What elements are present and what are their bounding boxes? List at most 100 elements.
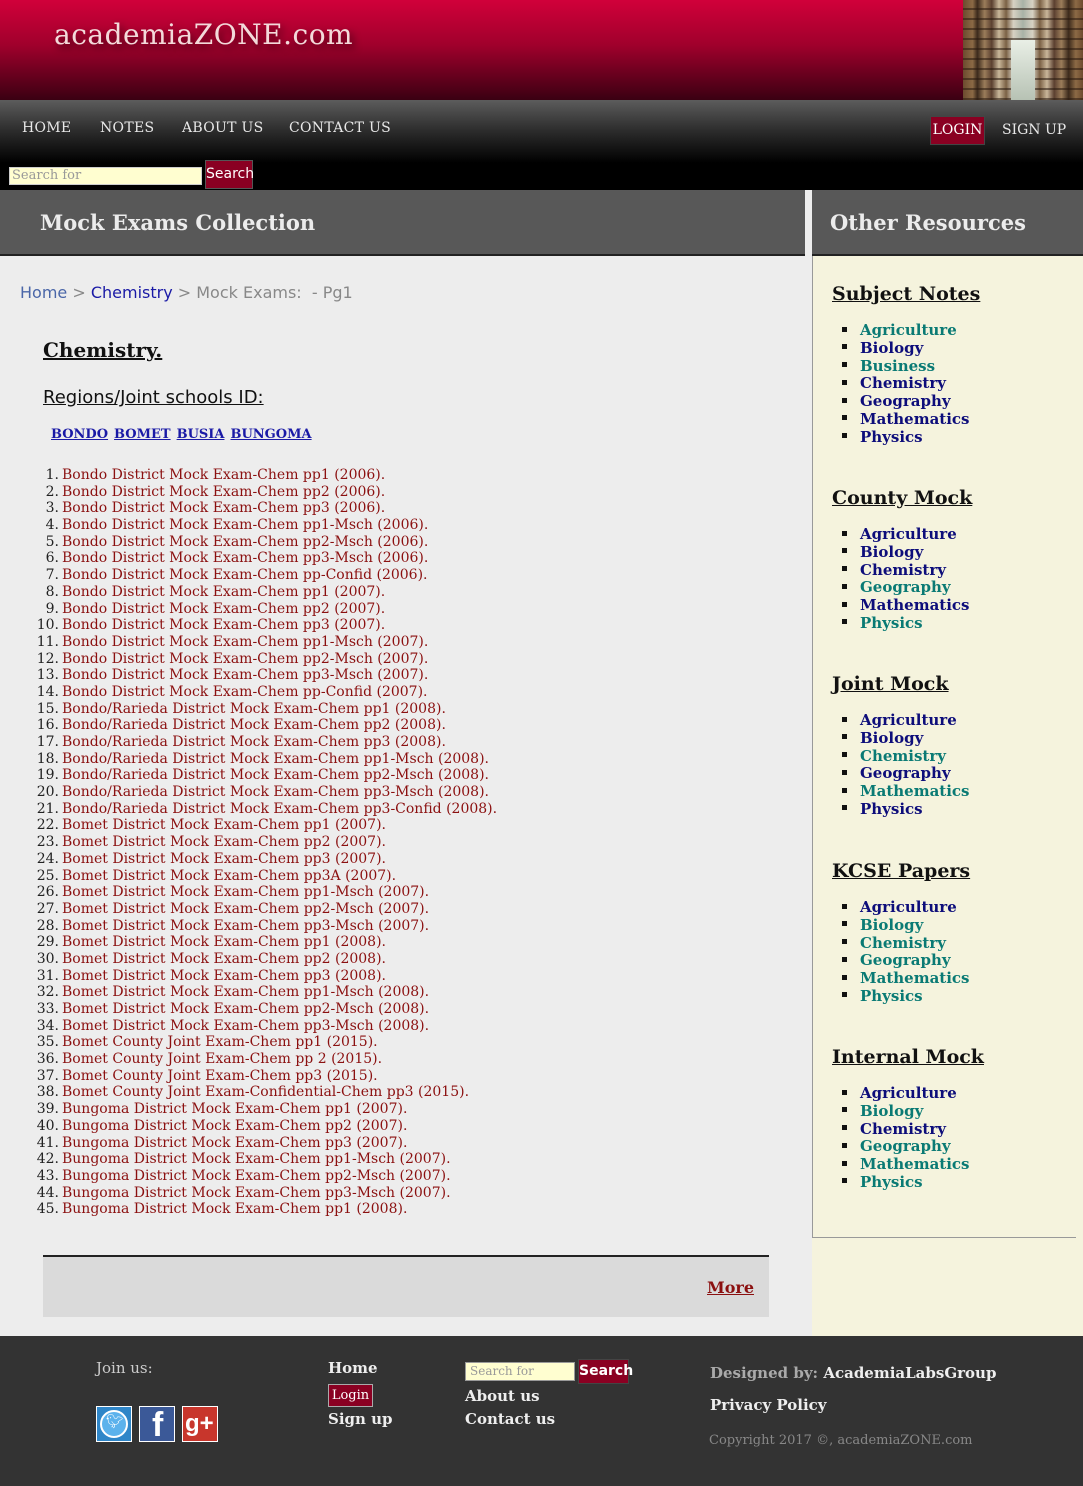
resource-link[interactable]: Biology [860,1102,923,1120]
resource-link[interactable]: Physics [860,1173,923,1191]
exam-link[interactable]: Bondo District Mock Exam-Chem pp2-Msch (… [62,651,428,667]
footer-search-input[interactable]: Search for [465,1362,575,1381]
twitter-icon[interactable]: 🐦︎ [96,1406,132,1442]
resource-link[interactable]: Biology [860,543,923,561]
nav-home[interactable]: HOME [22,120,71,136]
exam-link[interactable]: Bungoma District Mock Exam-Chem pp1 (200… [62,1201,407,1217]
exam-link[interactable]: Bondo District Mock Exam-Chem pp2-Msch (… [62,534,428,550]
exam-link[interactable]: Bomet County Joint Exam-Confidential-Che… [62,1084,469,1100]
exam-link[interactable]: Bondo/Rarieda District Mock Exam-Chem pp… [62,767,489,783]
site-title[interactable]: academiaZONE.com [54,18,353,51]
exam-link[interactable]: Bungoma District Mock Exam-Chem pp2-Msch… [62,1168,451,1184]
search-input[interactable]: Search for [9,167,202,185]
resource-link[interactable]: Mathematics [860,782,970,800]
exam-link[interactable]: Bomet District Mock Exam-Chem pp1 (2008)… [62,934,386,950]
exam-link[interactable]: Bomet District Mock Exam-Chem pp2 (2007)… [62,834,386,850]
resource-link[interactable]: Mathematics [860,596,970,614]
resource-link[interactable]: Agriculture [860,711,957,729]
exam-link[interactable]: Bomet District Mock Exam-Chem pp3A (2007… [62,868,396,884]
exam-link[interactable]: Bondo District Mock Exam-Chem pp1-Msch (… [62,517,428,533]
resource-link[interactable]: Chemistry [860,374,946,392]
exam-link[interactable]: Bomet District Mock Exam-Chem pp2-Msch (… [62,1001,429,1017]
resource-link[interactable]: Chemistry [860,1120,946,1138]
exam-link[interactable]: Bomet District Mock Exam-Chem pp3-Msch (… [62,918,429,934]
resource-link[interactable]: Chemistry [860,561,946,579]
region-link-bomet[interactable]: BOMET [114,427,171,442]
breadcrumb-subject[interactable]: Chemistry [91,283,173,302]
exam-link[interactable]: Bondo District Mock Exam-Chem pp3-Msch (… [62,550,428,566]
resource-link[interactable]: Agriculture [860,321,957,339]
exam-link[interactable]: Bomet District Mock Exam-Chem pp1-Msch (… [62,984,429,1000]
resource-link[interactable]: Mathematics [860,410,970,428]
exam-link[interactable]: Bomet County Joint Exam-Chem pp3 (2015). [62,1068,378,1084]
more-link[interactable]: More [707,1278,754,1297]
exam-link[interactable]: Bungoma District Mock Exam-Chem pp3-Msch… [62,1185,451,1201]
exam-link[interactable]: Bondo District Mock Exam-Chem pp3-Msch (… [62,667,428,683]
exam-link[interactable]: Bungoma District Mock Exam-Chem pp1-Msch… [62,1151,451,1167]
region-link-busia[interactable]: BUSIA [177,427,225,442]
resource-link[interactable]: Physics [860,428,923,446]
exam-link[interactable]: Bomet County Joint Exam-Chem pp1 (2015). [62,1034,378,1050]
exam-link[interactable]: Bondo District Mock Exam-Chem pp1 (2006)… [62,467,385,483]
exam-link[interactable]: Bondo District Mock Exam-Chem pp2 (2007)… [62,601,385,617]
exam-link[interactable]: Bondo/Rarieda District Mock Exam-Chem pp… [62,784,489,800]
nav-about-us[interactable]: ABOUT US [182,120,264,136]
exam-link[interactable]: Bungoma District Mock Exam-Chem pp3 (200… [62,1135,407,1151]
google-plus-icon[interactable]: g+ [182,1406,218,1442]
resource-link[interactable]: Mathematics [860,1155,970,1173]
exam-link[interactable]: Bomet District Mock Exam-Chem pp2-Msch (… [62,901,429,917]
exam-link[interactable]: Bondo District Mock Exam-Chem pp1-Msch (… [62,634,428,650]
exam-link[interactable]: Bondo/Rarieda District Mock Exam-Chem pp… [62,751,489,767]
designed-by-name[interactable]: AcademiaLabsGroup [823,1364,996,1382]
facebook-icon[interactable]: f [139,1406,175,1443]
exam-link[interactable]: Bomet District Mock Exam-Chem pp1-Msch (… [62,884,429,900]
nav-notes[interactable]: NOTES [100,120,154,136]
resource-link[interactable]: Geography [860,392,951,410]
privacy-policy-link[interactable]: Privacy Policy [710,1396,827,1414]
resource-link[interactable]: Business [860,357,935,375]
resource-link[interactable]: Agriculture [860,898,957,916]
resource-link[interactable]: Geography [860,951,951,969]
footer-home-link[interactable]: Home [328,1359,378,1377]
nav-contact-us[interactable]: CONTACT US [289,120,391,136]
footer-contact-link[interactable]: Contact us [465,1410,555,1428]
exam-link[interactable]: Bomet District Mock Exam-Chem pp1 (2007)… [62,817,386,833]
resource-link[interactable]: Physics [860,614,923,632]
exam-link[interactable]: Bungoma District Mock Exam-Chem pp2 (200… [62,1118,407,1134]
breadcrumb-home[interactable]: Home [20,283,67,302]
resource-link[interactable]: Chemistry [860,934,946,952]
resource-link[interactable]: Biology [860,729,923,747]
exam-link[interactable]: Bondo District Mock Exam-Chem pp-Confid … [62,684,427,700]
search-button[interactable]: Search [205,160,254,189]
login-button[interactable]: LOGIN [930,116,985,145]
resource-link[interactable]: Chemistry [860,747,946,765]
exam-link[interactable]: Bondo/Rarieda District Mock Exam-Chem pp… [62,701,446,717]
resource-link[interactable]: Physics [860,800,923,818]
exam-link[interactable]: Bomet District Mock Exam-Chem pp3-Msch (… [62,1018,429,1034]
resource-link[interactable]: Geography [860,764,951,782]
exam-link[interactable]: Bondo District Mock Exam-Chem pp3 (2007)… [62,617,385,633]
footer-login-button[interactable]: Login [328,1384,373,1407]
exam-link[interactable]: Bungoma District Mock Exam-Chem pp1 (200… [62,1101,407,1117]
exam-link[interactable]: Bomet District Mock Exam-Chem pp2 (2008)… [62,951,386,967]
exam-link[interactable]: Bondo District Mock Exam-Chem pp2 (2006)… [62,484,385,500]
exam-link[interactable]: Bomet County Joint Exam-Chem pp 2 (2015)… [62,1051,382,1067]
signup-link[interactable]: SIGN UP [1002,122,1066,138]
resource-link[interactable]: Agriculture [860,525,957,543]
resource-link[interactable]: Biology [860,916,923,934]
exam-link[interactable]: Bondo District Mock Exam-Chem pp1 (2007)… [62,584,385,600]
resource-link[interactable]: Geography [860,1137,951,1155]
resource-link[interactable]: Physics [860,987,923,1005]
exam-link[interactable]: Bondo/Rarieda District Mock Exam-Chem pp… [62,734,446,750]
footer-search-button[interactable]: Search [578,1359,633,1384]
region-link-bungoma[interactable]: BUNGOMA [230,427,311,442]
region-link-bondo[interactable]: BONDO [51,427,108,442]
exam-link[interactable]: Bomet District Mock Exam-Chem pp3 (2007)… [62,851,386,867]
resource-link[interactable]: Geography [860,578,951,596]
resource-link[interactable]: Mathematics [860,969,970,987]
exam-link[interactable]: Bondo/Rarieda District Mock Exam-Chem pp… [62,717,446,733]
resource-link[interactable]: Biology [860,339,923,357]
exam-link[interactable]: Bondo District Mock Exam-Chem pp-Confid … [62,567,427,583]
exam-link[interactable]: Bondo District Mock Exam-Chem pp3 (2006)… [62,500,385,516]
exam-link[interactable]: Bondo/Rarieda District Mock Exam-Chem pp… [62,801,497,817]
